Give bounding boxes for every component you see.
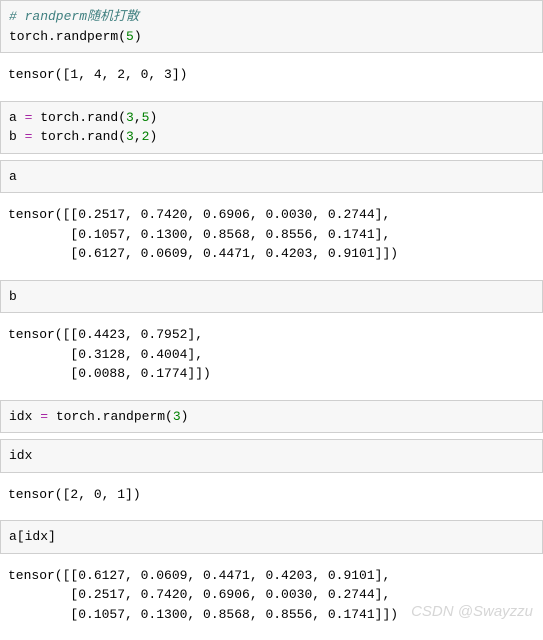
number-literal: 3: [126, 110, 134, 125]
output-text: tensor([[0.4423, 0.7952], [0.3128, 0.400…: [8, 327, 211, 381]
code-text: a: [9, 169, 17, 184]
comma: ,: [134, 129, 142, 144]
comment-text: # randperm随机打散: [9, 9, 139, 24]
code-cell-5[interactable]: idx = torch.randperm(3): [0, 400, 543, 434]
code-text: ): [149, 110, 157, 125]
code-text: ): [149, 129, 157, 144]
code-text: ): [134, 29, 142, 44]
code-text: torch.rand(: [32, 129, 126, 144]
code-text: b: [9, 129, 25, 144]
code-text: torch.randperm(: [9, 29, 126, 44]
output-text: tensor([2, 0, 1]): [8, 487, 141, 502]
output-cell-4: tensor([[0.4423, 0.7952], [0.3128, 0.400…: [0, 319, 543, 390]
code-text: b: [9, 289, 17, 304]
output-text: tensor([[0.2517, 0.7420, 0.6906, 0.0030,…: [8, 207, 398, 261]
code-text: a: [9, 110, 25, 125]
code-cell-2[interactable]: a = torch.rand(3,5) b = torch.rand(3,2): [0, 101, 543, 154]
output-cell-7: tensor([[0.6127, 0.0609, 0.4471, 0.4203,…: [0, 560, 543, 631]
code-cell-7[interactable]: a[idx]: [0, 520, 543, 554]
number-literal: 3: [173, 409, 181, 424]
output-cell-1: tensor([1, 4, 2, 0, 3]): [0, 59, 543, 91]
code-text: idx: [9, 448, 32, 463]
code-cell-6[interactable]: idx: [0, 439, 543, 473]
code-text: a[idx]: [9, 529, 56, 544]
comma: ,: [134, 110, 142, 125]
code-text: idx: [9, 409, 40, 424]
code-text: torch.rand(: [32, 110, 126, 125]
output-cell-3: tensor([[0.2517, 0.7420, 0.6906, 0.0030,…: [0, 199, 543, 270]
code-text: torch.randperm(: [48, 409, 173, 424]
output-text: tensor([[0.6127, 0.0609, 0.4471, 0.4203,…: [8, 568, 398, 622]
output-cell-6: tensor([2, 0, 1]): [0, 479, 543, 511]
number-literal: 3: [126, 129, 134, 144]
operator: =: [40, 409, 48, 424]
code-cell-4[interactable]: b: [0, 280, 543, 314]
code-cell-1[interactable]: # randperm随机打散 torch.randperm(5): [0, 0, 543, 53]
code-cell-3[interactable]: a: [0, 160, 543, 194]
output-text: tensor([1, 4, 2, 0, 3]): [8, 67, 187, 82]
code-text: ): [181, 409, 189, 424]
number-literal: 5: [126, 29, 134, 44]
